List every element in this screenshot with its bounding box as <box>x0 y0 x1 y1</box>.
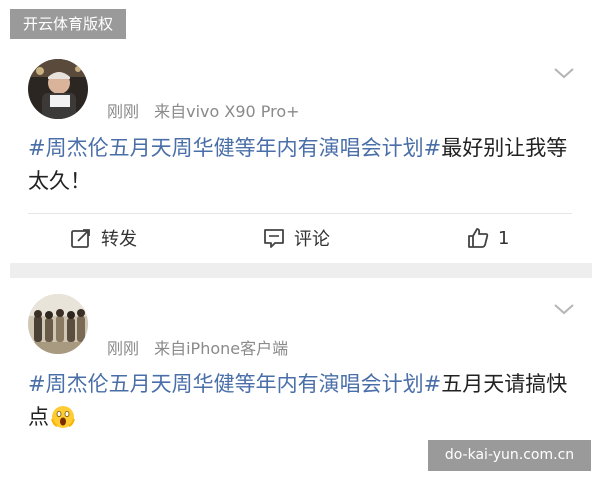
actions-divider <box>28 213 572 214</box>
like-button[interactable]: 1 <box>467 226 509 250</box>
like-count: 1 <box>498 227 510 249</box>
chevron-down-icon[interactable] <box>553 66 575 80</box>
comment-icon <box>264 229 284 248</box>
watermark-bottom: do-kai-yun.com.cn <box>428 440 591 471</box>
post-source: 来自vivo X90 Pro+ <box>154 102 300 121</box>
repost-label: 转发 <box>101 229 137 250</box>
post-content: #周杰伦五月天周华健等年内有演唱会计划#最好别让我等太久！ <box>28 132 588 198</box>
comment-label: 评论 <box>294 229 330 250</box>
watermark-top: 开云体育版权 <box>10 9 126 39</box>
avatar[interactable] <box>28 59 88 119</box>
post-meta: 刚刚 来自iPhone客户端 <box>107 335 288 359</box>
avatar[interactable] <box>28 294 88 354</box>
comment-button[interactable]: 评论 <box>263 226 330 250</box>
scream-emoji-icon <box>51 406 75 428</box>
post-time: 刚刚 <box>107 102 140 121</box>
thumbs-up-icon <box>468 228 489 248</box>
hashtag-link[interactable]: #周杰伦五月天周华健等年内有演唱会计划# <box>28 136 441 160</box>
hashtag-link[interactable]: #周杰伦五月天周华健等年内有演唱会计划# <box>28 372 441 396</box>
post-source: 来自iPhone客户端 <box>154 339 289 358</box>
post-card-1: 刚刚 来自vivo X90 Pro+ #周杰伦五月天周华健等年内有演唱会计划#最… <box>0 0 600 263</box>
chevron-down-icon[interactable] <box>553 302 575 316</box>
post-meta: 刚刚 来自vivo X90 Pro+ <box>107 98 300 122</box>
post-content: #周杰伦五月天周华健等年内有演唱会计划#五月天请搞快点 <box>28 368 588 434</box>
post-time: 刚刚 <box>107 339 140 358</box>
repost-button[interactable]: 转发 <box>70 226 137 250</box>
repost-icon <box>71 229 90 248</box>
post-separator <box>10 263 592 278</box>
